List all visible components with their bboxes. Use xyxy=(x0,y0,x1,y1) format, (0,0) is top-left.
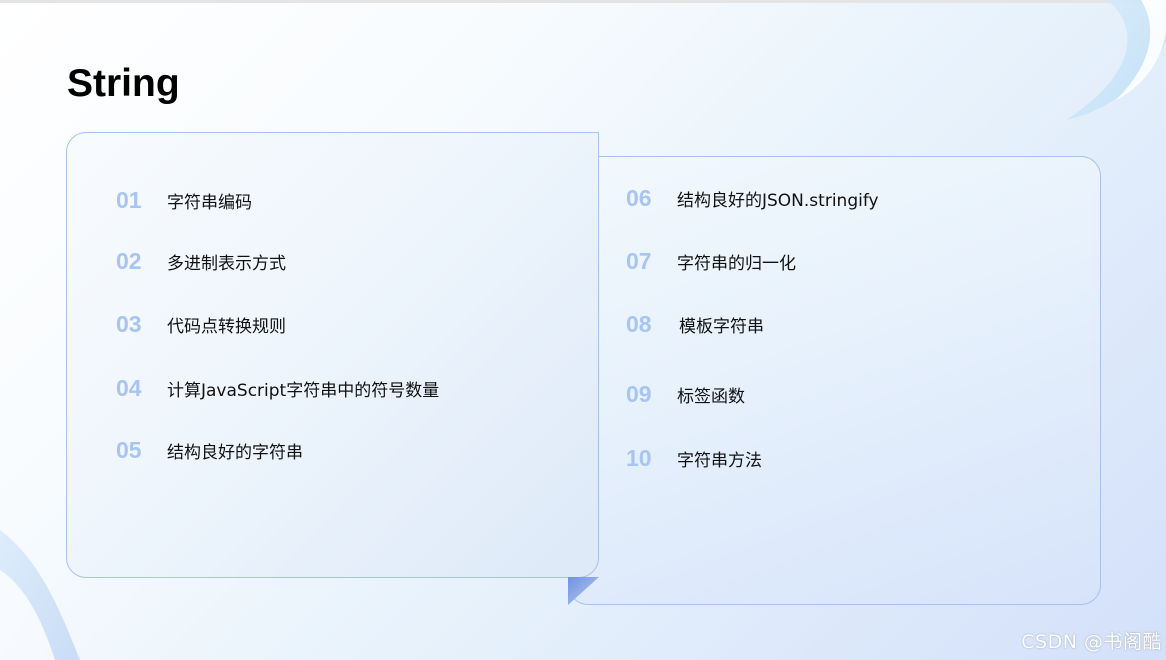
item-number: 06 xyxy=(626,184,652,211)
item-label: 多进制表示方式 xyxy=(167,253,286,274)
list-item-02: 02 多进制表示方式 xyxy=(116,246,286,276)
item-label: 结构良好的JSON.stringify xyxy=(677,190,879,211)
item-label: 结构良好的字符串 xyxy=(167,442,303,463)
list-item-04: 04 计算JavaScript字符串中的符号数量 xyxy=(116,373,439,403)
item-number: 10 xyxy=(626,444,652,471)
watermark: CSDN @书阁酷 xyxy=(1021,631,1162,653)
list-item-07: 07 字符串的归一化 xyxy=(626,246,796,276)
list-item-05: 05 结构良好的字符串 xyxy=(116,435,303,465)
corner-swoosh-decoration xyxy=(1066,0,1166,120)
list-item-09: 09 标签函数 xyxy=(626,379,745,409)
list-item-03: 03 代码点转换规则 xyxy=(116,309,286,339)
list-item-10: 10 字符串方法 xyxy=(626,443,762,473)
item-number: 02 xyxy=(116,247,142,274)
list-item-08: 08 模板字符串 xyxy=(626,309,764,339)
item-number: 08 xyxy=(626,310,652,337)
item-number: 01 xyxy=(116,186,142,213)
item-label: 计算JavaScript字符串中的符号数量 xyxy=(167,380,440,401)
list-item-01: 01 字符串编码 xyxy=(116,185,252,215)
item-label: 字符串的归一化 xyxy=(677,253,796,274)
item-label: 字符串方法 xyxy=(677,450,762,471)
page-fold-decoration xyxy=(568,577,599,605)
item-label: 标签函数 xyxy=(677,386,745,407)
item-number: 03 xyxy=(116,310,142,337)
item-number: 04 xyxy=(116,374,142,401)
item-number: 09 xyxy=(626,380,652,407)
list-item-06: 06 结构良好的JSON.stringify xyxy=(626,183,879,213)
item-label: 模板字符串 xyxy=(679,316,764,337)
item-number: 05 xyxy=(116,436,142,463)
item-label: 代码点转换规则 xyxy=(167,316,286,337)
item-label: 字符串编码 xyxy=(167,192,252,213)
page-title: String xyxy=(67,62,180,105)
item-number: 07 xyxy=(626,247,652,274)
